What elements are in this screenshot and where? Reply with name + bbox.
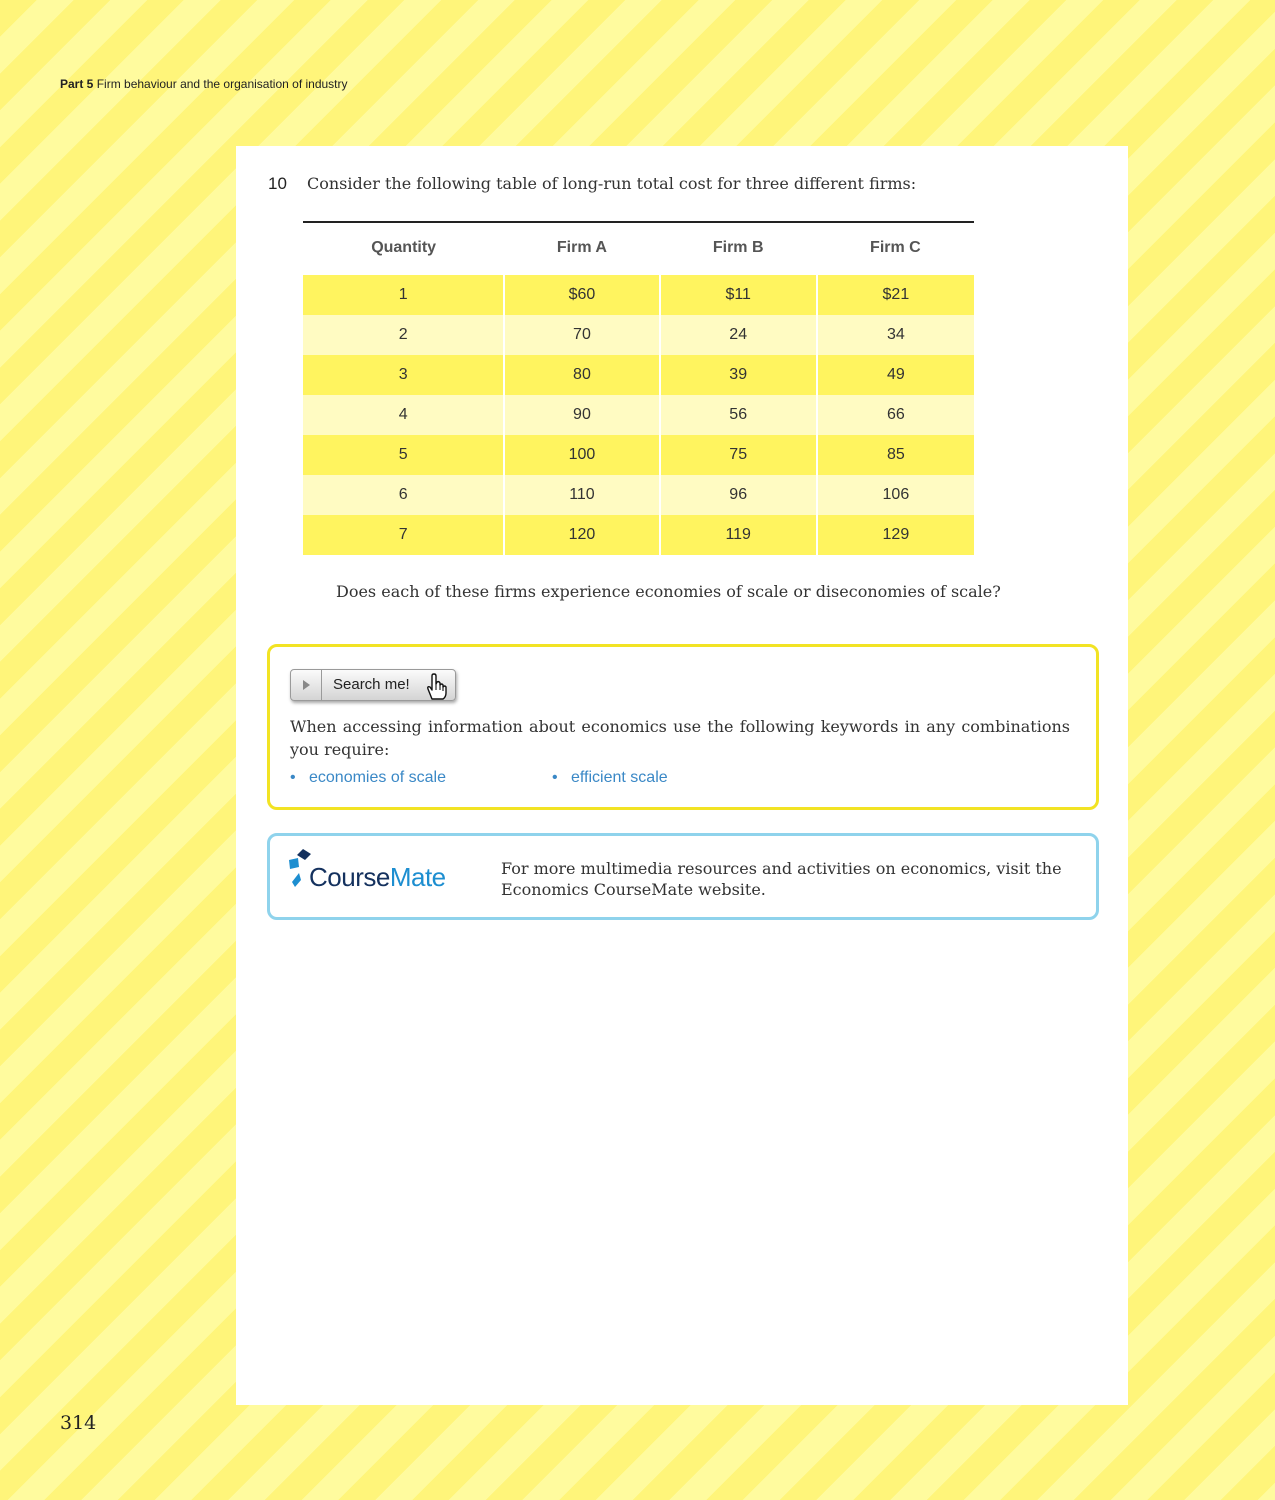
coursemate-logo-text: CourseMate [309,862,446,892]
header-firm-a: Firm A [504,221,660,275]
table-row: 5 100 75 85 [303,435,974,475]
header-firm-c: Firm C [816,221,974,275]
question-text: Consider the following table of long-run… [307,174,917,193]
cell-firm-b: 24 [659,315,818,355]
cell-quantity: 6 [303,475,506,515]
cell-firm-b: 56 [659,395,818,435]
cell-firm-c: 85 [816,435,974,475]
cell-firm-a: 120 [504,515,661,555]
coursemate-text: For more multimedia resources and activi… [501,859,1062,899]
search-intro-text: When accessing information about economi… [290,717,1070,759]
search-me-box: Search me! When accessing information ab… [267,644,1099,810]
bullet-icon: • [552,769,558,786]
cell-firm-c: $21 [816,272,974,315]
cell-firm-c: 34 [816,315,974,355]
cell-firm-c: 129 [816,515,974,555]
cell-firm-b: 39 [659,355,818,395]
running-head-title: Firm behaviour and the organisation of i… [96,77,348,91]
cell-firm-a: $60 [504,272,661,315]
cell-firm-b: 119 [659,515,818,555]
header-firm-b: Firm B [659,221,817,275]
coursemate-box: CourseMate For more multimedia resources… [267,833,1099,920]
keyword-text: economies of scale [309,769,446,786]
cell-firm-c: 66 [816,395,974,435]
keyword-text: efficient scale [571,769,668,786]
play-icon [291,670,322,700]
cell-firm-a: 70 [504,315,661,355]
pointer-hand-icon [423,672,451,706]
cell-firm-b: 75 [659,435,818,475]
table-header-row: Quantity Firm A Firm B Firm C [303,221,974,275]
running-head: Part 5 Firm behaviour and the organisati… [60,77,348,91]
cell-firm-b: 96 [659,475,818,515]
table-row: 4 90 56 66 [303,395,974,435]
table-row: 1 $60 $11 $21 [303,272,974,315]
running-head-part: Part 5 [60,77,94,91]
cell-firm-b: $11 [659,272,818,315]
table-row: 2 70 24 34 [303,315,974,355]
cell-quantity: 1 [303,272,506,315]
cell-firm-a: 110 [504,475,661,515]
header-quantity: Quantity [303,221,505,275]
cell-quantity: 7 [303,515,506,555]
bullet-icon: • [290,769,296,786]
cell-quantity: 2 [303,315,506,355]
table-row: 6 110 96 106 [303,475,974,515]
cell-firm-c: 49 [816,355,974,395]
cost-table: Quantity Firm A Firm B Firm C 1 $60 $11 … [303,221,974,555]
cell-quantity: 5 [303,435,506,475]
cell-quantity: 3 [303,355,506,395]
cell-firm-a: 80 [504,355,661,395]
cell-firm-a: 100 [504,435,661,475]
cell-firm-a: 90 [504,395,661,435]
question-follow-up: Does each of these firms experience econ… [336,582,1001,601]
table-row: 3 80 39 49 [303,355,974,395]
search-me-label: Search me! [333,676,410,693]
cell-quantity: 4 [303,395,506,435]
question-number: 10 [268,174,287,193]
table-row: 7 120 119 129 [303,515,974,555]
page-number: 314 [60,1412,97,1434]
cell-firm-c: 106 [816,475,974,515]
search-me-button[interactable]: Search me! [290,669,456,701]
